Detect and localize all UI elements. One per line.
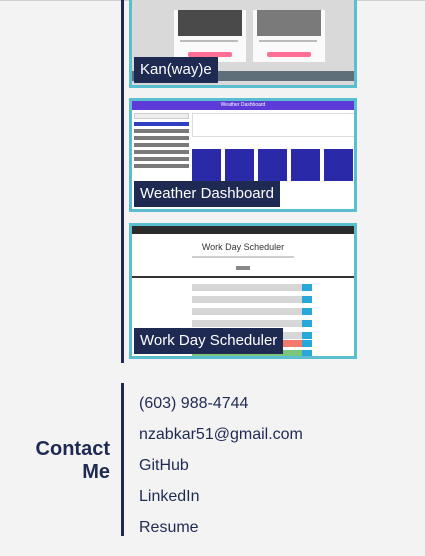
save-icon [302,284,312,291]
time-block [192,296,302,303]
project-card-work-day-scheduler[interactable]: Work Day Scheduler Work Day Scheduler [129,223,357,359]
preview-photo [257,10,321,36]
project-label: Work Day Scheduler [134,328,284,354]
preview-panel [174,10,246,62]
contact-vertical-rule [121,383,124,536]
projects-vertical-rule [121,0,124,363]
preview-panel [253,10,325,62]
preview-current-weather [192,113,354,137]
contact-email-link[interactable]: nzabkar51@gmail.com [139,419,303,450]
forecast-card [192,149,221,181]
contact-list: (603) 988-4744 nzabkar51@gmail.com GitHu… [139,388,303,543]
forecast-card [291,149,320,181]
save-icon [302,350,312,356]
preview-header: Weather Dashboard [132,101,354,110]
time-block [192,284,302,291]
project-label: Kan(way)e [134,57,218,83]
preview-browser-bar [132,226,354,234]
save-icon [302,308,312,315]
project-card-weather-dashboard[interactable]: Weather Dashboard Weather Dashboard [129,98,357,212]
project-label: Weather Dashboard [134,181,280,207]
forecast-card [258,149,287,181]
forecast-card [225,149,254,181]
project-card-kanway-e[interactable]: Kan(way)e [129,0,357,88]
preview-title: Work Day Scheduler [201,242,285,252]
contact-heading: Contact Me [35,438,110,483]
preview-sidebar [134,113,189,171]
contact-resume-link[interactable]: Resume [139,512,303,543]
contact-linkedin-link[interactable]: LinkedIn [139,481,303,512]
forecast-card [324,149,353,181]
time-block [192,308,302,315]
save-icon [302,340,312,347]
save-icon [302,320,312,327]
preview-photo [178,10,242,36]
contact-github-link[interactable]: GitHub [139,450,303,481]
contact-phone-link[interactable]: (603) 988-4744 [139,388,303,419]
save-icon [302,332,312,339]
time-block [192,320,302,327]
save-icon [302,296,312,303]
